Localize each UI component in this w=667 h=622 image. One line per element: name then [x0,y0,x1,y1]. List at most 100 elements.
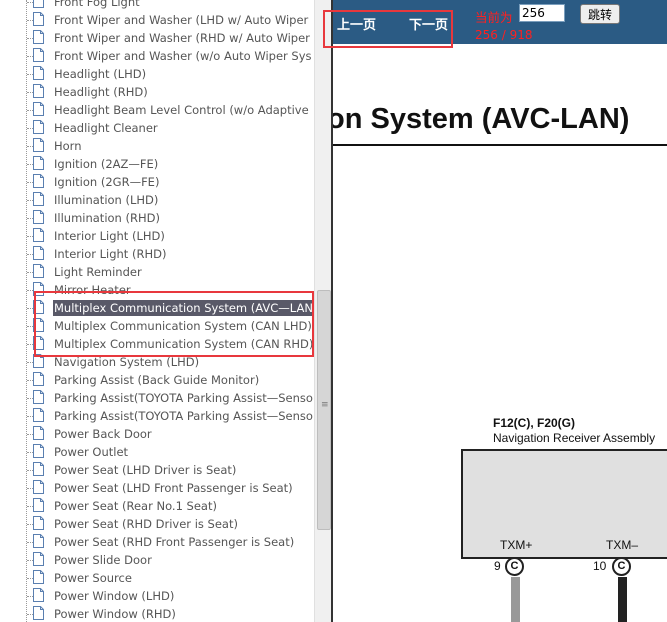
tree-item[interactable]: Headlight (LHD) [0,65,314,83]
tree-item[interactable]: Front Fog Light [0,0,314,11]
tree-item-label: Front Fog Light [54,0,140,9]
tree-item[interactable]: Front Wiper and Washer (RHD w/ Auto Wipe… [0,29,314,47]
tree-item-label: Illumination (RHD) [54,211,160,225]
tree-item[interactable]: Headlight Beam Level Control (w/o Adapti… [0,101,314,119]
document-icon [33,606,44,620]
tree-item-label: Power Seat (LHD Driver is Seat) [54,463,237,477]
tree-item[interactable]: Illumination (LHD) [0,191,314,209]
document-icon [33,462,44,476]
tree-item[interactable]: Headlight (RHD) [0,83,314,101]
scrollbar-thumb[interactable]: ≡ [317,290,331,530]
tree-item[interactable]: Parking Assist (Back Guide Monitor) [0,371,314,389]
document-icon [33,480,44,494]
tree-item-label: Power Seat (Rear No.1 Seat) [54,499,217,513]
tree-item-label: Parking Assist (Back Guide Monitor) [54,373,260,387]
tree-item[interactable]: Power Seat (LHD Driver is Seat) [0,461,314,479]
document-icon [33,102,44,116]
tree-item-label: Illumination (LHD) [54,193,159,207]
document-icon [33,66,44,80]
tree-item[interactable]: Horn [0,137,314,155]
tree-item-label: Power Seat (RHD Driver is Seat) [54,517,238,531]
tree-item[interactable]: Power Outlet [0,443,314,461]
document-icon [33,588,44,602]
tree-item[interactable]: Power Window (RHD) [0,605,314,622]
tree-item[interactable]: Power Source [0,569,314,587]
tree-item[interactable]: Interior Light (LHD) [0,227,314,245]
pin-number-9: 9 [494,559,501,573]
document-icon [33,156,44,170]
tree-item-label: Parking Assist(TOYOTA Parking Assist—Sen… [54,409,313,423]
tree-item-label: Front Wiper and Washer (RHD w/ Auto Wipe… [54,31,310,45]
tree-item-label: Power Seat (RHD Front Passenger is Seat) [54,535,295,549]
tree-item[interactable]: Power Back Door [0,425,314,443]
tree-item[interactable]: Light Reminder [0,263,314,281]
current-page-label: 当前为 [475,10,513,25]
tree-item[interactable]: Power Seat (LHD Front Passenger is Seat) [0,479,314,497]
tree-item-label: Power Window (LHD) [54,589,175,603]
tree-item-label: Power Back Door [54,427,152,441]
document-icon [33,552,44,566]
tree-item-label: Power Outlet [54,445,129,459]
title-underline [333,144,667,146]
document-icon [33,498,44,512]
document-icon [33,12,44,26]
tree-item-label: Front Wiper and Washer (LHD w/ Auto Wipe… [54,13,309,27]
tree-scrollbar[interactable]: ≡ [314,0,332,622]
document-icon [33,246,44,260]
toolbar-highlight-box [323,10,453,48]
document-icon [33,30,44,44]
tree-item-label: Front Wiper and Washer (w/o Auto Wiper S… [54,49,312,63]
tree-item-label: Headlight Beam Level Control (w/o Adapti… [54,103,309,117]
tree-item-label: Parking Assist(TOYOTA Parking Assist—Sen… [54,391,313,405]
page-title: ion System (AVC-LAN) [333,103,630,135]
document-icon [33,372,44,386]
tree-item[interactable]: Ignition (2AZ—FE) [0,155,314,173]
connector-name: Navigation Receiver Assembly [493,431,656,445]
page-number-input[interactable] [519,4,565,22]
pin-connector-c-icon: C [612,557,631,576]
tree-item[interactable]: Interior Light (RHD) [0,245,314,263]
jump-button[interactable]: 跳转 [580,4,620,24]
document-icon [33,408,44,422]
document-icon [33,516,44,530]
document-viewer: 上一页 下一页 当前为 跳转 256 / 918 ion System (AVC… [333,0,667,622]
document-icon [33,192,44,206]
tree-item-label: Power Slide Door [54,553,152,567]
page-count: 256 / 918 [475,28,533,42]
tree-item-label: Horn [54,139,82,153]
tree-item[interactable]: Ignition (2GR—FE) [0,173,314,191]
tree-item[interactable]: Power Slide Door [0,551,314,569]
tree-item-label: Power Window (RHD) [54,607,176,621]
document-icon [33,390,44,404]
tree-item-label: Interior Light (RHD) [54,247,167,261]
tree-item[interactable]: Power Seat (Rear No.1 Seat) [0,497,314,515]
tree-item-label: Headlight Cleaner [54,121,158,135]
document-icon [33,174,44,188]
wire-black [618,577,627,622]
tree-item-label: Ignition (2AZ—FE) [54,157,159,171]
document-icon [33,444,44,458]
tree-highlight-box [34,291,314,357]
tree-item[interactable]: Power Seat (RHD Front Passenger is Seat) [0,533,314,551]
pin-label-txm-plus: TXM+ [500,538,533,552]
tree-item[interactable]: Power Seat (RHD Driver is Seat) [0,515,314,533]
document-icon [33,534,44,548]
tree-item[interactable]: Headlight Cleaner [0,119,314,137]
connector-code: F12(C), F20(G) [493,416,576,430]
tree-item[interactable]: Power Window (LHD) [0,587,314,605]
document-icon [33,0,44,8]
tree-item[interactable]: Parking Assist(TOYOTA Parking Assist—Sen… [0,389,314,407]
pin-label-txm-minus: TXM– [606,538,639,552]
pin-number-10: 10 [593,559,607,573]
tree-item[interactable]: Front Wiper and Washer (LHD w/ Auto Wipe… [0,11,314,29]
tree-item-label: Headlight (LHD) [54,67,147,81]
tree-item[interactable]: Illumination (RHD) [0,209,314,227]
tree-item-label: Power Source [54,571,132,585]
document-icon [33,84,44,98]
document-icon [33,48,44,62]
tree-item[interactable]: Front Wiper and Washer (w/o Auto Wiper S… [0,47,314,65]
document-icon [33,228,44,242]
document-icon [33,570,44,584]
tree-item[interactable]: Parking Assist(TOYOTA Parking Assist—Sen… [0,407,314,425]
tree-item-label: Ignition (2GR—FE) [54,175,160,189]
